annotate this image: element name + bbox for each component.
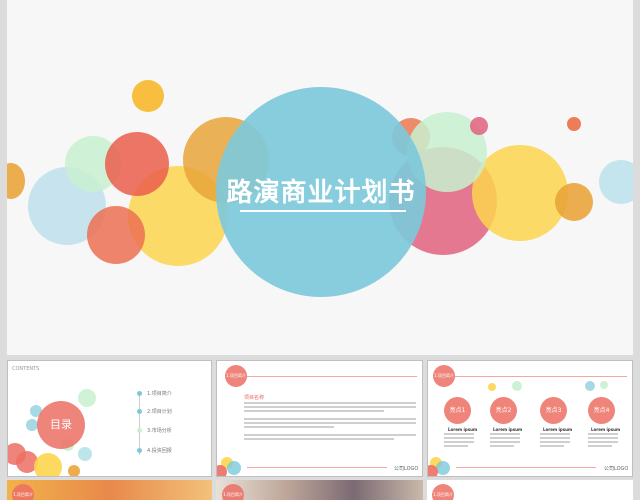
- header-line: [455, 376, 627, 377]
- toc-title: 目录: [50, 418, 72, 431]
- bubble: [436, 461, 450, 475]
- text-line: [588, 445, 612, 447]
- bubble: [470, 117, 488, 135]
- text-line: [244, 406, 416, 408]
- text-line: [490, 441, 520, 443]
- bubble: [585, 381, 595, 391]
- toc-item: 2.项目计划: [147, 409, 172, 415]
- highlight-caption: Lorem ipsum: [448, 427, 478, 432]
- slide-title: 路演商业计划书: [226, 178, 416, 208]
- toc-dot: [137, 428, 142, 433]
- text-line: [540, 441, 570, 443]
- toc-item: 4.投资回报: [147, 448, 172, 454]
- text-line: [244, 422, 416, 424]
- slide-thumbnail-4[interactable]: 1.项目简介: [7, 480, 212, 500]
- text-line: [490, 433, 520, 435]
- text-line: [444, 445, 468, 447]
- bubble: [227, 461, 241, 475]
- slide-thumbnail-1[interactable]: CONTENTS 目录 1.项目简介 2.项目计划 3.市场分析 4.投资回报: [7, 360, 212, 477]
- section-badge: 1.项目简介: [222, 484, 244, 500]
- highlight-4: 亮点4: [588, 397, 615, 424]
- toc-item: 3.市场分析: [147, 428, 172, 434]
- text-line: [444, 437, 474, 439]
- bubble: [555, 183, 593, 221]
- text-line: [444, 441, 474, 443]
- header-line: [247, 376, 417, 377]
- bubble: [34, 453, 62, 476]
- slide-thumbnail-2[interactable]: 1.项目简介 项目名称 公司LOGO: [216, 360, 423, 477]
- section-badge: 1.项目简介: [225, 365, 247, 387]
- text-line: [244, 418, 416, 420]
- bubble: [472, 145, 568, 241]
- text-line: [490, 445, 514, 447]
- slide-thumbnail-3[interactable]: 1.项目简介 亮点1 亮点2 亮点3 亮点4 Lorem ipsum Lorem…: [427, 360, 633, 477]
- text-line: [244, 402, 416, 404]
- highlight-2: 亮点2: [490, 397, 517, 424]
- section-badge: 1.项目简介: [433, 365, 455, 387]
- bubble: [428, 465, 438, 476]
- highlight-caption: Lorem ipsum: [591, 427, 621, 432]
- text-line: [540, 433, 570, 435]
- highlight-caption: Lorem ipsum: [493, 427, 523, 432]
- company-logo: 公司LOGO: [394, 466, 419, 472]
- section-badge: 1.项目简介: [432, 484, 454, 500]
- main-slide-preview[interactable]: 路演商业计划书: [7, 0, 633, 355]
- bubble: [7, 163, 25, 199]
- bubble: [78, 447, 92, 461]
- bubble: [488, 383, 496, 391]
- content-heading: 项目名称: [244, 395, 265, 401]
- section-badge: 1.项目简介: [12, 484, 34, 500]
- bubble: [132, 80, 164, 112]
- bubble: [78, 389, 96, 407]
- text-line: [588, 433, 618, 435]
- highlight-1: 亮点1: [444, 397, 471, 424]
- bubble: [217, 465, 227, 476]
- footer-line: [456, 467, 596, 468]
- bubble: [87, 206, 145, 264]
- toc-item: 1.项目简介: [147, 391, 172, 397]
- text-line: [244, 426, 334, 428]
- corner-label: CONTENTS: [12, 366, 40, 372]
- toc-dot: [137, 391, 142, 396]
- bubble: [105, 132, 169, 196]
- text-line: [540, 445, 564, 447]
- slide-thumbnail-5[interactable]: 1.项目简介: [216, 480, 423, 500]
- text-line: [588, 441, 618, 443]
- toc-line: [139, 393, 140, 455]
- text-line: [444, 433, 474, 435]
- slide-thumbnail-6[interactable]: 1.项目简介: [427, 480, 633, 500]
- text-line: [588, 437, 618, 439]
- highlight-3: 亮点3: [540, 397, 567, 424]
- text-line: [490, 437, 520, 439]
- bubble: [567, 117, 581, 131]
- highlight-caption: Lorem ipsum: [543, 427, 573, 432]
- text-line: [540, 437, 570, 439]
- bubble: [512, 381, 522, 391]
- text-line: [244, 434, 416, 436]
- company-logo: 公司LOGO: [604, 466, 629, 472]
- title-underline: [240, 210, 406, 212]
- toc-dot: [137, 448, 142, 453]
- text-line: [244, 410, 384, 412]
- text-line: [244, 438, 394, 440]
- toc-dot: [137, 409, 142, 414]
- bubble: [599, 160, 633, 204]
- bubble: [68, 465, 80, 476]
- footer-line: [247, 467, 387, 468]
- bubble: [600, 381, 608, 389]
